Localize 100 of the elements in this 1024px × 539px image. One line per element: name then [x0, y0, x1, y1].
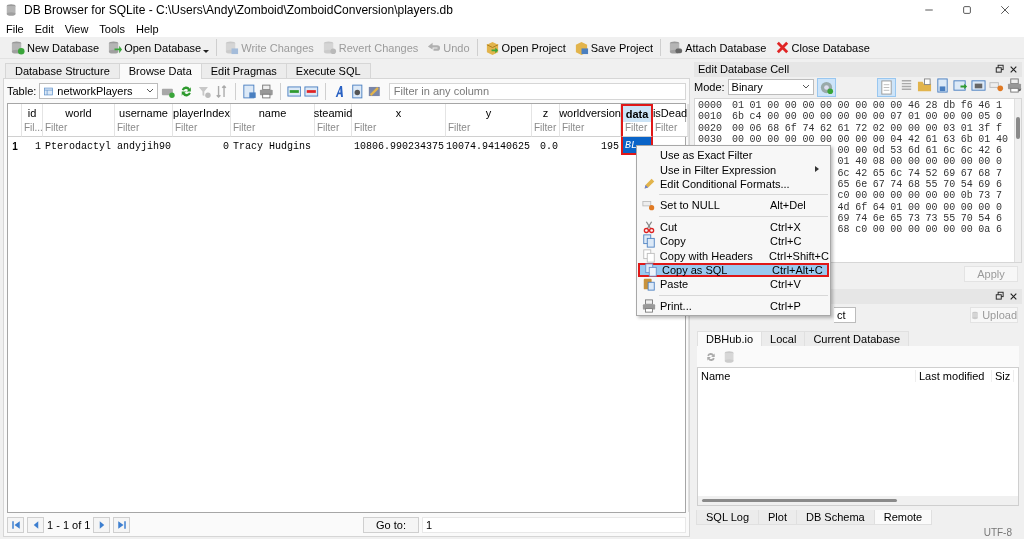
- filter-field[interactable]: Filter: [560, 122, 621, 137]
- filter-field[interactable]: Filter: [43, 122, 115, 137]
- menu-item[interactable]: Edit: [30, 22, 61, 35]
- tab[interactable]: Edit Pragmas: [200, 63, 287, 78]
- toolbar-button[interactable]: New Database: [6, 39, 104, 56]
- close-icon[interactable]: [999, 4, 1011, 16]
- mode-select[interactable]: Binary: [727, 79, 814, 96]
- hex-byte: 55: [925, 179, 939, 191]
- hex-byte: 00: [784, 111, 798, 123]
- text-mode-button[interactable]: [877, 77, 896, 97]
- menu-item[interactable]: File: [2, 22, 31, 35]
- auto-switch-button[interactable]: [816, 77, 836, 97]
- tab[interactable]: DBHub.io: [697, 331, 763, 347]
- print-icon[interactable]: [1007, 77, 1022, 93]
- column-header[interactable]: data: [621, 104, 653, 122]
- menu-item[interactable]: Help: [132, 22, 166, 35]
- export-icon[interactable]: [953, 77, 968, 93]
- scrollbar-thumb[interactable]: [702, 499, 897, 503]
- menu-item[interactable]: Cut Ctrl+X: [638, 219, 829, 234]
- hex-byte: 74: [890, 179, 904, 191]
- toolbar-button[interactable]: Attach Database: [664, 39, 771, 56]
- tab[interactable]: SQL Log: [696, 510, 759, 526]
- menu-item[interactable]: Set to NULL Alt+Del: [638, 198, 829, 213]
- hex-byte: db: [943, 99, 957, 112]
- table-cell-text: 1: [34, 139, 42, 154]
- list-icon[interactable]: [899, 77, 914, 93]
- menu-item[interactable]: View: [60, 22, 96, 35]
- menu-item[interactable]: Paste Ctrl+V: [638, 277, 829, 292]
- menu-item[interactable]: Copy with Headers Ctrl+Shift+C: [638, 248, 829, 263]
- toolbar-button[interactable]: Open Project: [480, 39, 570, 56]
- previous-page-button[interactable]: [27, 516, 44, 533]
- tab[interactable]: Execute SQL: [285, 63, 371, 78]
- hex-byte: 74: [855, 212, 869, 225]
- print-icon[interactable]: [259, 83, 274, 99]
- hex-byte: c0: [837, 190, 851, 202]
- find-icon[interactable]: [349, 83, 365, 99]
- menu-item[interactable]: Tools: [95, 22, 133, 35]
- menu-item[interactable]: Use in Filter Expression: [638, 162, 829, 177]
- table-label: Table:: [7, 85, 37, 97]
- tab[interactable]: Current Database: [804, 331, 910, 347]
- goto-field[interactable]: 1: [422, 516, 686, 533]
- hex-offset: 0000: [698, 99, 723, 112]
- last-page-button[interactable]: [113, 516, 131, 533]
- hex-byte: 6b: [732, 111, 745, 123]
- image-icon[interactable]: [971, 77, 986, 93]
- column-header[interactable]: Last modified: [916, 370, 992, 383]
- table-cell-text: Pterodactyl: [44, 139, 112, 154]
- column-header[interactable]: Name: [698, 370, 916, 383]
- scissors-icon: [642, 219, 656, 234]
- filter-field[interactable]: Filter: [532, 122, 560, 137]
- save-icon[interactable]: [935, 77, 950, 93]
- hex-byte: 67: [872, 179, 886, 191]
- menu-item[interactable]: Edit Conditional Formats...: [638, 176, 829, 192]
- filter-field[interactable]: Filter: [352, 122, 446, 137]
- toolbar-button[interactable]: Open Database: [103, 39, 214, 56]
- filter-field[interactable]: Filter: [315, 122, 352, 137]
- hex-byte: 63: [943, 133, 957, 146]
- menu-item[interactable]: Print... Ctrl+P: [638, 298, 829, 313]
- folder-icon[interactable]: [917, 77, 932, 93]
- scrollbar-thumb[interactable]: [1015, 116, 1020, 139]
- database-select[interactable]: ct: [834, 307, 856, 324]
- column-header[interactable]: Siz: [992, 370, 1014, 383]
- refresh-icon[interactable]: [705, 350, 717, 363]
- float-icon[interactable]: [995, 291, 1005, 302]
- save-table-icon[interactable]: [241, 83, 257, 99]
- database-save-icon: [224, 40, 240, 55]
- toolbar-button[interactable]: Close Database: [770, 39, 874, 56]
- filter-field[interactable]: Filter: [621, 122, 653, 137]
- hex-byte: 00: [925, 111, 939, 123]
- tab[interactable]: Browse Data: [118, 63, 202, 79]
- float-icon[interactable]: [995, 64, 1005, 75]
- next-page-button[interactable]: [93, 516, 111, 533]
- first-page-button[interactable]: [7, 516, 24, 533]
- tab[interactable]: Remote: [873, 510, 933, 526]
- table-select[interactable]: networkPlayers: [39, 83, 159, 99]
- toolbar-button[interactable]: Save Project: [569, 39, 658, 56]
- hex-byte: 65: [890, 212, 904, 225]
- tab[interactable]: DB Schema: [796, 510, 875, 526]
- menu-item[interactable]: Copy Ctrl+C: [638, 233, 829, 249]
- menu-item[interactable]: Copy as SQL Ctrl+Alt+C: [638, 262, 829, 278]
- goto-button[interactable]: Go to:: [363, 516, 419, 533]
- filter-field[interactable]: Filter: [173, 122, 231, 137]
- tab[interactable]: Plot: [758, 510, 797, 526]
- hex-byte: 61: [925, 145, 939, 157]
- delete-record-icon[interactable]: [304, 83, 319, 99]
- sort-icon[interactable]: [214, 83, 229, 99]
- tab[interactable]: Database Structure: [5, 63, 120, 78]
- insert-record-icon[interactable]: [286, 83, 302, 99]
- close-icon[interactable]: [1009, 291, 1018, 301]
- close-icon[interactable]: [1009, 64, 1018, 74]
- hex-byte: 6: [995, 212, 1003, 225]
- hex-byte: 00: [943, 156, 957, 168]
- filter-field[interactable]: Filter: [115, 122, 173, 137]
- filter-field[interactable]: Filter in any column: [388, 82, 686, 100]
- filter-field[interactable]: Filter: [653, 122, 688, 137]
- tab[interactable]: Local: [761, 331, 806, 347]
- maximize-icon[interactable]: [961, 4, 973, 16]
- filter-field[interactable]: Filter: [231, 122, 315, 137]
- filter-field[interactable]: Filter: [446, 122, 532, 137]
- hex-byte: 00: [890, 156, 904, 168]
